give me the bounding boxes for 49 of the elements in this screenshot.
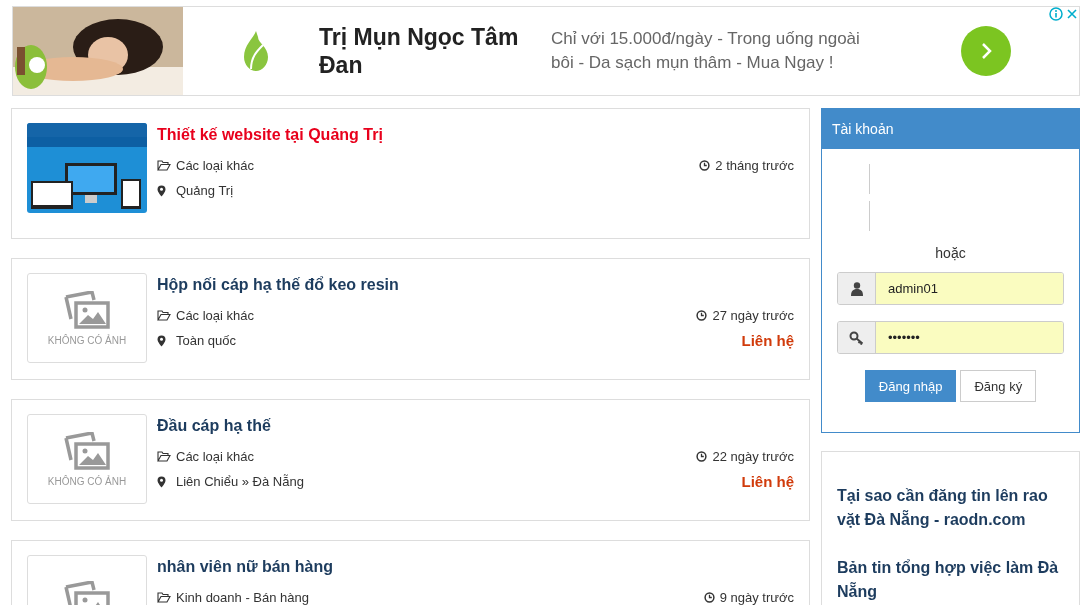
map-pin-icon xyxy=(157,334,166,347)
folder-icon xyxy=(157,592,171,603)
map-pin-icon xyxy=(157,475,166,488)
category-label: Các loại khác xyxy=(176,158,255,173)
clock-icon xyxy=(699,160,711,171)
location-label: Quảng Trị xyxy=(176,183,234,198)
time-label: 27 ngày trước xyxy=(712,308,794,323)
or-label: hoặc xyxy=(934,245,967,261)
location-label: Toàn quốc xyxy=(176,333,236,348)
location-label: Liên Chiểu » Đà Nẵng xyxy=(176,474,304,489)
article-link[interactable]: Tại sao cần đăng tin lên rao vặt Đà Nẵng - raodn.com xyxy=(837,484,1064,532)
listing-title[interactable]: Thiết kế website tại Quảng Trị xyxy=(157,126,794,144)
leaf-icon xyxy=(241,29,271,73)
listing-title[interactable]: Hộp nối cáp hạ thế đổ keo resin xyxy=(157,276,794,294)
register-button[interactable]: Đăng ký xyxy=(960,370,1037,402)
folder-icon xyxy=(157,160,171,171)
ad-title[interactable]: Trị Mụn Ngọc Tâm Đan xyxy=(319,23,539,79)
category-label: Kinh doanh - Bán hàng xyxy=(176,590,309,605)
time-label: 2 tháng trước xyxy=(715,158,794,173)
ad-banner[interactable]: Trị Mụn Ngọc Tâm Đan Chỉ với 15.000đ/ngày - Trong uống ngoài bôi - Da sạch mụn thâm - Mua Ngay ! xyxy=(12,6,1080,96)
folder-icon xyxy=(157,310,171,321)
category-label: Các loại khác xyxy=(176,449,255,464)
key-icon xyxy=(848,330,865,345)
article-link[interactable]: Bản tin tổng hợp việc làm Đà Nẵng xyxy=(837,556,1064,604)
user-icon xyxy=(850,281,863,296)
clock-icon xyxy=(696,310,708,321)
info-icon[interactable] xyxy=(1049,7,1063,21)
folder-icon xyxy=(157,451,171,462)
map-pin-icon xyxy=(157,184,166,197)
next-button[interactable] xyxy=(961,26,1011,76)
clock-icon xyxy=(696,451,708,462)
panel-title: Tài khoản xyxy=(822,109,1079,149)
category-label: Các loại khác xyxy=(176,308,255,323)
username-field[interactable]: admin01 xyxy=(837,272,1064,305)
close-icon[interactable] xyxy=(1065,7,1079,21)
listing-title[interactable]: nhân viên nữ bán hàng xyxy=(157,558,794,576)
listing-title[interactable]: Đầu cáp hạ thế xyxy=(157,417,794,435)
time-label: 9 ngày trước xyxy=(719,590,794,605)
clock-icon xyxy=(703,592,715,603)
price-label: Liên hệ xyxy=(741,332,794,349)
no-image-label: KHÔNG CÓ ẢNH xyxy=(47,334,127,346)
ad-text: Chỉ với 15.000đ/ngày - Trong uống ngoài bôi - Da sạch mụn thâm - Mua Ngay ! xyxy=(551,28,861,74)
image-icon xyxy=(64,431,110,470)
image-icon xyxy=(64,290,110,329)
login-button[interactable]: Đăng nhập xyxy=(864,370,957,402)
no-image-label: KHÔNG CÓ ẢNH xyxy=(47,475,127,487)
price-label: Liên hệ xyxy=(741,473,794,490)
time-label: 22 ngày trước xyxy=(712,449,794,464)
password-field[interactable]: ••••••• xyxy=(837,321,1064,354)
